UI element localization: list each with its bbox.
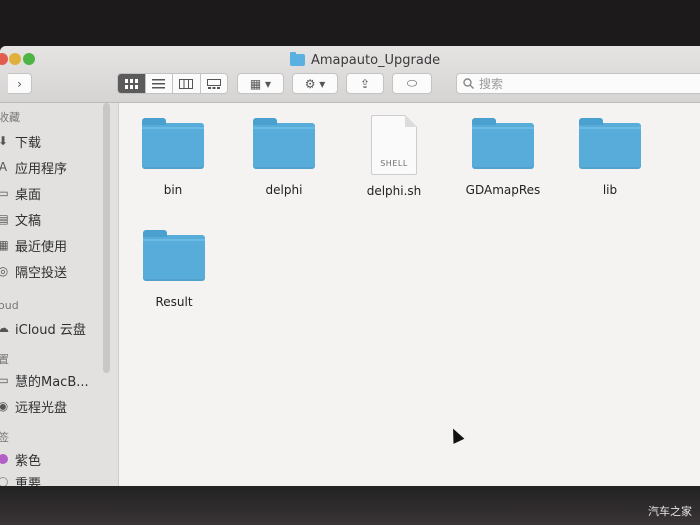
file-grid: bin delphi SHELL delphi.sh GDAmapRes lib [119,103,700,486]
arrange-button[interactable]: ▦ ▾ [237,73,284,94]
search-icon [463,78,474,89]
watermark: 汽车之家 [648,505,692,518]
file-item-result[interactable]: Result [129,230,219,309]
folder-icon [472,118,534,169]
screen-bezel [0,486,700,525]
laptop-icon: ▭ [0,373,9,387]
search-field[interactable] [456,73,700,94]
sidebar-item-icloud-drive[interactable]: ☁ iCloud 云盘 [0,317,86,339]
action-button[interactable]: ⚙ ▾ [292,73,338,94]
gallery-view-icon[interactable] [201,74,228,93]
file-name: delphi [265,183,303,197]
file-type-badge: SHELL [380,159,408,168]
folder-icon [290,52,305,66]
folder-icon [143,230,205,281]
file-name: bin [163,183,183,197]
folder-icon [142,118,204,169]
gear-icon: ⚙ ▾ [304,76,326,91]
purple-tag-icon [0,452,10,466]
sidebar-header-icloud: oud [0,299,19,312]
finder-window: Amapauto_Upgrade › ▦ ▾ ⚙ ▾ ⇪ ⬭ 搜索 收藏 ⬇ 下… [0,46,700,486]
cloud-icon: ☁ [0,321,9,335]
sidebar-item-label: 慧的MacB... [15,374,89,390]
sidebar-item-label: 应用程序 [15,161,68,177]
desktop-icon: ▭ [0,186,9,200]
file-name: delphi.sh [366,184,422,198]
sidebar-item-applications[interactable]: A 应用程序 [0,156,67,178]
chevron-right-icon: › [17,76,22,91]
recents-icon: ▦ [0,238,9,252]
title-bar: Amapauto_Upgrade › ▦ ▾ ⚙ ▾ ⇪ ⬭ 搜索 [0,46,700,103]
sidebar-item-documents[interactable]: ▤ 文稿 [0,208,41,230]
sidebar-item-label: 隔空投送 [15,265,68,281]
sidebar-item-label: 最近使用 [15,239,68,255]
folder-icon [579,118,641,169]
sidebar-item-label: 桌面 [15,187,42,203]
disc-icon: ◉ [0,399,9,413]
zoom-window-icon[interactable] [23,53,35,65]
file-item-delphi[interactable]: delphi [239,118,329,197]
sidebar: 收藏 ⬇ 下载 A 应用程序 ▭ 桌面 ▤ 文稿 ▦ 最近使用 ◎ 隔空投送 o… [0,103,119,486]
sidebar-item-desktop[interactable]: ▭ 桌面 [0,182,41,204]
sidebar-item-recents[interactable]: ▦ 最近使用 [0,234,67,256]
close-window-icon[interactable] [0,53,8,65]
gray-tag-icon [0,475,10,486]
sidebar-item-label: 下载 [15,135,42,151]
sidebar-item-tag-important[interactable]: 重要 [0,471,41,486]
sidebar-header-favorites: 收藏 [0,111,20,124]
tag-button[interactable]: ⬭ [392,73,432,94]
sidebar-item-tag-purple[interactable]: 紫色 [0,448,41,470]
sidebar-item-label: 重要 [15,476,42,487]
file-item-bin[interactable]: bin [128,118,218,197]
file-name: GDAmapRes [465,183,541,197]
arrange-icon: ▦ ▾ [249,76,272,91]
window-title-text: Amapauto_Upgrade [311,52,441,68]
file-item-delphi-sh[interactable]: SHELL delphi.sh [349,115,439,198]
airdrop-icon: ◎ [0,264,9,278]
grid-view-icon[interactable] [118,74,146,93]
sidebar-header-tags: 签 [0,431,9,444]
sidebar-item-label: iCloud 云盘 [15,322,86,338]
sidebar-item-label: 紫色 [15,453,42,469]
column-view-icon[interactable] [173,74,201,93]
applications-icon: A [0,160,8,174]
folder-icon [253,118,315,169]
tag-icon: ⬭ [406,76,418,90]
sidebar-header-locations: 置 [0,353,9,366]
share-button[interactable]: ⇪ [346,73,384,94]
shell-script-icon: SHELL [371,115,417,175]
sidebar-item-macbook[interactable]: ▭ 慧的MacB... [0,369,89,391]
file-name: lib [602,183,618,197]
share-icon: ⇪ [359,76,371,91]
file-item-lib[interactable]: lib [565,118,655,197]
list-view-icon[interactable] [146,74,173,93]
download-icon: ⬇ [0,134,9,148]
sidebar-item-remote-disc[interactable]: ◉ 远程光盘 [0,395,67,417]
minimize-window-icon[interactable] [9,53,21,65]
sidebar-item-label: 远程光盘 [15,400,68,416]
screen: Amapauto_Upgrade › ▦ ▾ ⚙ ▾ ⇪ ⬭ 搜索 收藏 ⬇ 下… [0,0,700,525]
window-title: Amapauto_Upgrade [290,51,440,69]
file-name: Result [155,295,193,309]
sidebar-item-airdrop[interactable]: ◎ 隔空投送 [0,260,67,282]
view-mode-group [117,73,228,94]
sidebar-item-downloads[interactable]: ⬇ 下载 [0,130,41,152]
file-item-gdamapres[interactable]: GDAmapRes [458,118,548,197]
forward-button[interactable]: › [8,73,32,94]
documents-icon: ▤ [0,212,9,226]
sidebar-scrollbar[interactable] [103,103,110,373]
search-input[interactable] [479,76,679,91]
sidebar-item-label: 文稿 [15,213,42,229]
